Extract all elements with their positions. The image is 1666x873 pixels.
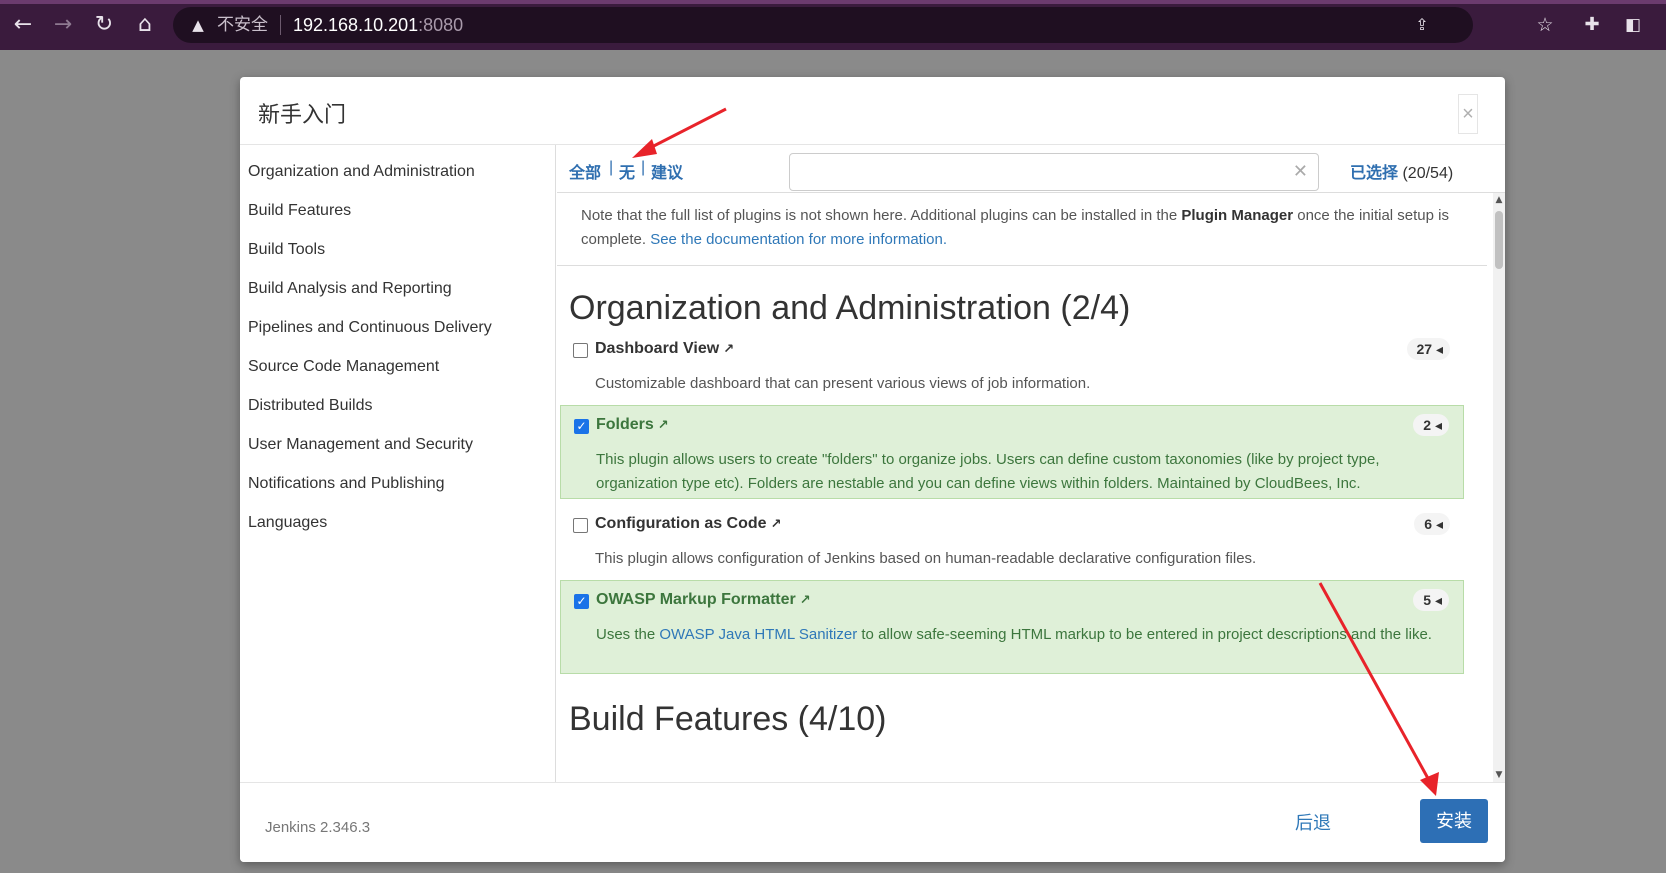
browser-toolbar: ← → ↻ ⌂ ▲ 不安全 192.168.10.201:8080 ⇪ ☆ ✚ …	[0, 0, 1666, 50]
dialog-footer: Jenkins 2.346.3 后退 安装	[240, 782, 1505, 862]
plugin-description: Uses the OWASP Java HTML Sanitizer to al…	[596, 623, 1451, 647]
sidebar-item-user-management[interactable]: User Management and Security	[248, 436, 473, 454]
address-divider	[280, 15, 281, 35]
plugin-toolbar: 全部 | 无 | 建议 ✕ 已选择 (20/54)	[557, 145, 1505, 193]
external-link-icon[interactable]: ↗	[658, 418, 669, 433]
note-text-before: Note that the full list of plugins is no…	[581, 207, 1182, 224]
sidebar-item-languages[interactable]: Languages	[248, 514, 327, 532]
jenkins-version: Jenkins 2.346.3	[265, 819, 371, 836]
plugin-description: This plugin allows configuration of Jenk…	[595, 550, 1257, 567]
security-label: 不安全	[217, 15, 268, 34]
share-icon[interactable]: ⇪	[1409, 12, 1435, 38]
caret-left-icon[interactable]: ◂	[1435, 592, 1442, 608]
filter-separator: |	[609, 159, 614, 176]
filter-all-link[interactable]: 全部	[569, 159, 601, 183]
plugin-item[interactable]: Configuration as Code ↗ 6 ◂ This plugin a…	[560, 505, 1464, 575]
clear-icon[interactable]: ✕	[1293, 162, 1308, 182]
plugin-item[interactable]: ✓ Folders ↗ 2 ◂ This plugin allows users …	[560, 405, 1464, 499]
back-arrow-icon[interactable]: ←	[10, 12, 36, 38]
sidebar-item-build-features[interactable]: Build Features	[248, 202, 351, 220]
dialog-title: 新手入门	[258, 102, 347, 127]
dependency-count: 27	[1416, 341, 1433, 357]
back-button[interactable]: 后退	[1295, 809, 1331, 835]
selected-count: 已选择 (20/54)	[1350, 159, 1453, 183]
scroll-up-icon[interactable]: ▲	[1493, 193, 1505, 207]
plugin-list: Note that the full list of plugins is no…	[557, 193, 1505, 782]
dependency-badge: 2 ◂	[1413, 414, 1449, 436]
caret-left-icon[interactable]: ◂	[1436, 341, 1443, 357]
plugin-name: Folders ↗	[596, 416, 669, 434]
plugin-item[interactable]: ✓ OWASP Markup Formatter ↗ 5 ◂ Uses the O…	[560, 580, 1464, 674]
documentation-link[interactable]: See the documentation for more informati…	[650, 231, 947, 248]
plugin-name: Dashboard View ↗	[595, 340, 734, 358]
scroll-down-icon[interactable]: ▼	[1493, 768, 1505, 782]
sidebar-item-organization[interactable]: Organization and Administration	[248, 163, 475, 181]
plugin-checkbox[interactable]	[573, 343, 588, 358]
section-title-organization: Organization and Administration (2/4)	[569, 289, 1131, 327]
dependency-badge: 27 ◂	[1406, 338, 1450, 360]
warning-icon: ▲	[192, 16, 204, 34]
plugin-name-text[interactable]: OWASP Markup Formatter	[596, 591, 796, 608]
desc-text-before: Uses the	[596, 626, 660, 643]
plugin-search-input[interactable]: ✕	[789, 153, 1319, 191]
url-port: :8080	[418, 15, 464, 35]
dependency-count: 5	[1423, 592, 1432, 608]
dependency-badge: 6 ◂	[1414, 513, 1450, 535]
sidebar-item-build-tools[interactable]: Build Tools	[248, 241, 325, 259]
caret-left-icon[interactable]: ◂	[1436, 516, 1443, 532]
plugin-item[interactable]: Dashboard View ↗ 27 ◂ Customizable dashbo…	[560, 330, 1464, 400]
plugin-name: Configuration as Code ↗	[595, 515, 781, 533]
plugin-note: Note that the full list of plugins is no…	[557, 193, 1487, 266]
filter-none-link[interactable]: 无	[619, 159, 635, 183]
star-icon[interactable]: ☆	[1532, 12, 1558, 38]
dialog-header: 新手入门 ×	[240, 77, 1505, 145]
reload-icon[interactable]: ↻	[91, 12, 117, 38]
install-button[interactable]: 安装	[1420, 799, 1488, 843]
sidebar-item-notifications[interactable]: Notifications and Publishing	[248, 475, 445, 493]
sidebar-item-build-analysis[interactable]: Build Analysis and Reporting	[248, 280, 452, 298]
plugin-manager-label: Plugin Manager	[1181, 207, 1294, 224]
external-link-icon[interactable]: ↗	[723, 342, 734, 357]
sidebar-item-pipelines[interactable]: Pipelines and Continuous Delivery	[248, 319, 492, 337]
setup-wizard-dialog: 新手入门 × Organization and Administration B…	[240, 77, 1505, 862]
forward-arrow-icon[interactable]: →	[50, 12, 76, 38]
home-icon[interactable]: ⌂	[132, 12, 158, 38]
plugin-name-text[interactable]: Configuration as Code	[595, 515, 767, 532]
external-link-icon[interactable]: ↗	[771, 517, 782, 532]
section-title-build-features: Build Features (4/10)	[569, 700, 887, 738]
plugin-description: Customizable dashboard that can present …	[595, 375, 1091, 392]
caret-left-icon[interactable]: ◂	[1435, 417, 1442, 433]
url-host: 192.168.10.201	[293, 15, 419, 35]
sanitizer-link[interactable]: OWASP Java HTML Sanitizer	[659, 626, 857, 643]
dependency-count: 2	[1423, 417, 1432, 433]
side-panel-icon[interactable]: ◧	[1620, 12, 1646, 38]
category-sidebar: Organization and Administration Build Fe…	[240, 145, 556, 782]
tab-strip	[0, 0, 1666, 4]
address-bar[interactable]: ▲ 不安全 192.168.10.201:8080 ⇪	[173, 7, 1473, 43]
plugin-checkbox[interactable]: ✓	[574, 594, 589, 609]
plugin-description: This plugin allows users to create "fold…	[596, 451, 1380, 492]
selected-count-value: (20/54)	[1402, 165, 1454, 182]
scroll-thumb[interactable]	[1495, 211, 1503, 269]
external-link-icon[interactable]: ↗	[800, 593, 811, 608]
plugin-name-text[interactable]: Folders	[596, 416, 654, 433]
dependency-count: 6	[1424, 516, 1433, 532]
filter-separator: |	[641, 159, 646, 176]
dependency-badge: 5 ◂	[1413, 589, 1449, 611]
extensions-icon[interactable]: ✚	[1579, 12, 1605, 38]
selected-link[interactable]: 已选择	[1350, 165, 1398, 182]
plugin-name-text[interactable]: Dashboard View	[595, 340, 719, 357]
url-text[interactable]: 192.168.10.201:8080	[293, 15, 463, 35]
sidebar-item-distributed-builds[interactable]: Distributed Builds	[248, 397, 373, 415]
filter-suggested-link[interactable]: 建议	[651, 159, 683, 183]
desc-text-after: to allow safe-seeming HTML markup to be …	[857, 626, 1432, 643]
plugin-name: OWASP Markup Formatter ↗	[596, 591, 811, 609]
sidebar-item-source-code[interactable]: Source Code Management	[248, 358, 439, 376]
plugin-checkbox[interactable]	[573, 518, 588, 533]
plugin-checkbox[interactable]: ✓	[574, 419, 589, 434]
plugin-list-scrollbar[interactable]: ▲ ▼	[1493, 193, 1505, 782]
close-icon[interactable]: ×	[1458, 94, 1478, 134]
